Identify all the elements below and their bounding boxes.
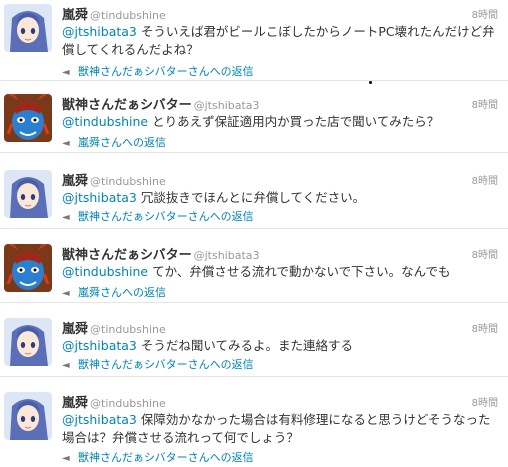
- reply-arrow-icon: ◄: [62, 288, 70, 299]
- reply-arrow-icon: ◄: [62, 360, 70, 371]
- reply-link[interactable]: ◄ 嵐舜さんへの返信: [62, 134, 166, 150]
- tweet-time[interactable]: 8時間: [472, 6, 498, 21]
- reply-arrow-icon: ◄: [62, 453, 70, 464]
- reply-link[interactable]: ◄ 獣神さんだぁシバターさんへの返信: [62, 356, 254, 372]
- reply-label: 獣神さんだぁシバターさんへの返信: [78, 65, 254, 78]
- tweet-text: @tindubshine とりあえず保証適用内か買った店で聞いてみたら？: [62, 113, 502, 131]
- avatar[interactable]: [4, 244, 52, 292]
- reply-link[interactable]: ◄ 獣神さんだぁシバターさんへの返信: [62, 449, 254, 465]
- reply-arrow-icon: ◄: [62, 67, 70, 78]
- mention-link[interactable]: @jtshibata3: [62, 338, 137, 353]
- mention-link[interactable]: @jtshibata3: [62, 190, 137, 205]
- tweet-text: @jtshibata3 そういえば君がビールこぼしたからノートPC壊れたんだけど…: [62, 23, 502, 59]
- tweet-time[interactable]: 8時間: [472, 96, 498, 111]
- blue-mask-avatar-image: [4, 94, 52, 142]
- tweet-text: @jtshibata3 保障効かなかった場合は有料修理になると思うけどそうなった…: [62, 411, 502, 447]
- blue-mask-avatar-image: [4, 244, 52, 292]
- author-name[interactable]: 嵐舜: [62, 174, 88, 189]
- author-name[interactable]: 獣神さんだぁシバター: [62, 248, 192, 263]
- reply-link[interactable]: ◄ 獣神さんだぁシバターさんへの返信: [62, 63, 254, 79]
- avatar[interactable]: [4, 170, 52, 218]
- reply-label: 獣神さんだぁシバターさんへの返信: [78, 358, 254, 371]
- reply-arrow-icon: ◄: [62, 138, 70, 149]
- divider: [0, 80, 508, 81]
- tweet-time[interactable]: 8時間: [472, 172, 498, 187]
- tweet-body: そうだね聞いてみるよ。また連絡する: [136, 338, 353, 353]
- anime-girl-avatar-image: [4, 170, 52, 218]
- mention-link[interactable]: @jtshibata3: [62, 24, 137, 39]
- author-handle[interactable]: @tindubshine: [90, 323, 166, 336]
- anime-girl-avatar-image: [4, 318, 52, 366]
- reply-label: 獣神さんだぁシバターさんへの返信: [78, 210, 254, 223]
- author-handle[interactable]: @jtshibata3: [194, 249, 260, 262]
- reply-label: 獣神さんだぁシバターさんへの返信: [78, 451, 254, 464]
- reply-label: 嵐舜さんへの返信: [78, 136, 166, 149]
- mention-link[interactable]: @tindubshine: [62, 264, 148, 279]
- tweet-author: 嵐舜 @tindubshine: [62, 170, 166, 189]
- reply-arrow-icon: ◄: [62, 212, 70, 223]
- divider: [0, 376, 508, 377]
- author-name[interactable]: 獣神さんだぁシバター: [62, 98, 192, 113]
- divider: [0, 228, 508, 229]
- tweet-time[interactable]: 8時間: [472, 246, 498, 261]
- tweet-author: 獣神さんだぁシバター @jtshibata3: [62, 244, 260, 263]
- divider: [0, 302, 508, 303]
- avatar[interactable]: [4, 94, 52, 142]
- divider: [0, 152, 508, 153]
- avatar[interactable]: [4, 4, 52, 52]
- tweet-text: @jtshibata3 そうだね聞いてみるよ。また連絡する: [62, 337, 502, 355]
- tweet-time[interactable]: 8時間: [472, 320, 498, 335]
- author-handle[interactable]: @tindubshine: [90, 9, 166, 22]
- anime-girl-avatar-image: [4, 4, 52, 52]
- reply-link[interactable]: ◄ 嵐舜さんへの返信: [62, 284, 166, 300]
- tweet-text: @tindubshine てか、弁償させる流れで動かないで下さい。なんでも: [62, 263, 502, 281]
- author-name[interactable]: 嵐舜: [62, 322, 88, 337]
- mention-link[interactable]: @tindubshine: [62, 114, 148, 129]
- tweet-body: とりあえず保証適用内か買った店で聞いてみたら？: [148, 114, 440, 129]
- tweet-author: 嵐舜 @tindubshine: [62, 392, 166, 411]
- author-handle[interactable]: @jtshibata3: [194, 99, 260, 112]
- author-handle[interactable]: @tindubshine: [90, 397, 166, 410]
- anime-girl-avatar-image: [4, 392, 52, 440]
- author-name[interactable]: 嵐舜: [62, 8, 88, 23]
- avatar[interactable]: [4, 318, 52, 366]
- reply-link[interactable]: ◄ 獣神さんだぁシバターさんへの返信: [62, 208, 254, 224]
- tweet-author: 嵐舜 @tindubshine: [62, 318, 166, 337]
- cursor-dot: [369, 81, 372, 84]
- reply-label: 嵐舜さんへの返信: [78, 286, 166, 299]
- avatar[interactable]: [4, 392, 52, 440]
- tweet-body: てか、弁償させる流れで動かないで下さい。なんでも: [148, 264, 451, 279]
- tweet-time[interactable]: 8時間: [472, 394, 498, 409]
- tweet-author: 嵐舜 @tindubshine: [62, 4, 166, 23]
- author-handle[interactable]: @tindubshine: [90, 175, 166, 188]
- tweet-text: @jtshibata3 冗談抜きでほんとに弁償してください。: [62, 189, 502, 207]
- tweet-body: 冗談抜きでほんとに弁償してください。: [136, 190, 366, 205]
- tweet-author: 獣神さんだぁシバター @jtshibata3: [62, 94, 260, 113]
- author-name[interactable]: 嵐舜: [62, 396, 88, 411]
- mention-link[interactable]: @jtshibata3: [62, 412, 137, 427]
